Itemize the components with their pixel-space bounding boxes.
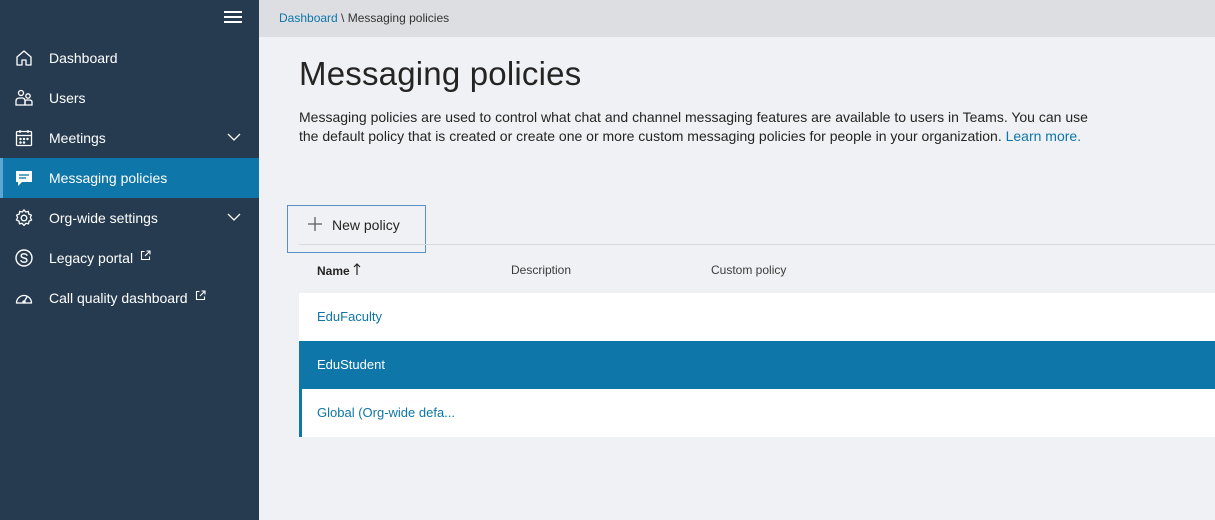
sidebar: Dashboard Users Meetings Messaging polic… xyxy=(0,0,259,520)
nav-list: Dashboard Users Meetings Messaging polic… xyxy=(0,38,259,318)
column-header-name[interactable]: Name xyxy=(317,263,361,278)
plus-icon xyxy=(307,216,323,232)
sidebar-item-org-wide-settings[interactable]: Org-wide settings xyxy=(0,198,259,238)
external-link-icon xyxy=(195,290,206,301)
chat-icon xyxy=(14,168,34,188)
column-header-custom-policy[interactable]: Custom policy xyxy=(711,263,786,277)
sort-ascending-icon xyxy=(353,263,361,276)
breadcrumb: Dashboard \ Messaging policies xyxy=(279,11,449,25)
gauge-icon xyxy=(14,288,34,308)
external-link-icon xyxy=(140,250,151,261)
chevron-down-icon[interactable] xyxy=(227,212,241,222)
page-title: Messaging policies xyxy=(299,55,582,92)
policy-name-link[interactable]: EduStudent xyxy=(317,357,385,372)
breadcrumb-dashboard-link[interactable]: Dashboard xyxy=(279,11,338,25)
table-row[interactable]: EduFaculty xyxy=(299,293,1215,341)
sidebar-item-label: Org-wide settings xyxy=(49,210,158,226)
breadcrumb-separator: \ xyxy=(337,11,348,25)
page-description: Messaging policies are used to control w… xyxy=(299,108,1089,146)
new-policy-label: New policy xyxy=(332,217,400,233)
breadcrumb-bar: Dashboard \ Messaging policies xyxy=(259,0,1215,37)
sidebar-item-label: Legacy portal xyxy=(49,250,134,266)
sidebar-item-label: Messaging policies xyxy=(49,170,168,186)
sidebar-item-label-wrap: Call quality dashboard xyxy=(49,290,206,306)
column-header-description[interactable]: Description xyxy=(511,263,571,277)
table-row[interactable]: Global (Org-wide defa... xyxy=(299,389,1215,437)
sidebar-item-label: Dashboard xyxy=(49,50,118,66)
breadcrumb-current: Messaging policies xyxy=(347,11,450,25)
new-policy-button[interactable]: New policy xyxy=(287,205,426,253)
policy-name-link[interactable]: EduFaculty xyxy=(317,309,382,324)
sidebar-item-legacy-portal[interactable]: Legacy portal xyxy=(0,238,259,278)
learn-more-link[interactable]: Learn more. xyxy=(1006,128,1081,144)
skype-icon xyxy=(14,248,34,268)
policy-name-link[interactable]: Global (Org-wide defa... xyxy=(317,405,455,420)
sidebar-item-dashboard[interactable]: Dashboard xyxy=(0,38,259,78)
home-icon xyxy=(14,48,34,68)
table-row-selected[interactable]: EduStudent xyxy=(299,341,1215,389)
sidebar-item-users[interactable]: Users xyxy=(0,78,259,118)
sidebar-item-label: Call quality dashboard xyxy=(49,290,188,306)
chevron-down-icon[interactable] xyxy=(227,132,241,142)
sidebar-item-label: Meetings xyxy=(49,130,106,146)
sidebar-item-label: Users xyxy=(49,90,86,106)
description-text: Messaging policies are used to control w… xyxy=(299,109,1088,144)
hamburger-menu-icon[interactable] xyxy=(224,8,244,26)
sidebar-item-call-quality-dashboard[interactable]: Call quality dashboard xyxy=(0,278,259,318)
sidebar-item-meetings[interactable]: Meetings xyxy=(0,118,259,158)
users-icon xyxy=(14,88,34,108)
toolbar-divider xyxy=(299,244,1215,245)
sidebar-item-messaging-policies[interactable]: Messaging policies xyxy=(0,158,259,198)
sidebar-item-label-wrap: Legacy portal xyxy=(49,250,151,266)
calendar-icon xyxy=(14,128,34,148)
gear-icon xyxy=(14,208,34,228)
column-header-label: Name xyxy=(317,264,350,278)
